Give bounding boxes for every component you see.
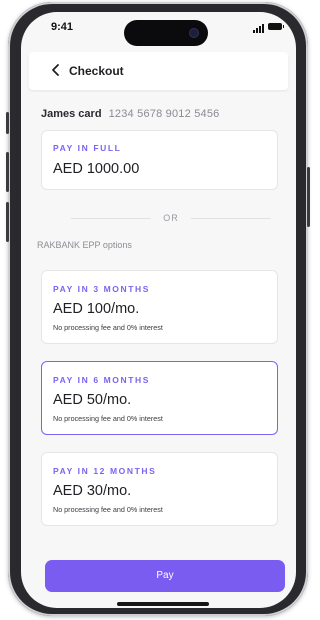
option-amount: AED 50/mo. — [53, 392, 132, 408]
dynamic-island — [124, 20, 208, 46]
home-indicator — [117, 602, 209, 606]
power-button — [307, 167, 310, 227]
divider-line-left — [71, 218, 151, 219]
epp-option-12-months[interactable]: PAY IN 12 MONTHS AED 30/mo. No processin… — [41, 452, 278, 526]
option-amount: AED 1000.00 — [53, 161, 140, 177]
epp-section-title: RAKBANK EPP options — [37, 240, 132, 250]
option-label: PAY IN 6 MONTHS — [53, 375, 151, 385]
screen: 9:41 Checkout James card 1234 5678 9012 … — [21, 12, 296, 608]
option-amount: AED 100/mo. — [53, 301, 140, 317]
checkout-header: Checkout — [29, 52, 288, 90]
card-name: James card — [41, 108, 102, 120]
option-note: No processing fee and 0% interest — [53, 414, 163, 423]
card-number: 1234 5678 9012 5456 — [108, 108, 220, 120]
battery-icon — [268, 23, 284, 30]
status-bar: 9:41 — [21, 12, 296, 48]
option-amount: AED 30/mo. — [53, 483, 132, 499]
or-divider: OR — [71, 212, 271, 224]
option-note: No processing fee and 0% interest — [53, 323, 163, 332]
volume-up-button — [6, 152, 9, 192]
pay-button[interactable]: Pay — [45, 560, 285, 592]
selected-card: James card 1234 5678 9012 5456 — [41, 108, 219, 120]
option-note: No processing fee and 0% interest — [53, 505, 163, 514]
option-label: PAY IN 3 MONTHS — [53, 284, 151, 294]
option-label: PAY IN FULL — [53, 143, 122, 153]
option-label: PAY IN 12 MONTHS — [53, 466, 157, 476]
camera-icon — [189, 28, 199, 38]
divider-text: OR — [163, 213, 179, 223]
page-title: Checkout — [69, 64, 124, 78]
divider-line-right — [191, 218, 271, 219]
chevron-left-icon[interactable] — [49, 62, 63, 78]
volume-down-button — [6, 202, 9, 242]
epp-option-6-months[interactable]: PAY IN 6 MONTHS AED 50/mo. No processing… — [41, 361, 278, 435]
side-button — [6, 112, 9, 134]
epp-option-3-months[interactable]: PAY IN 3 MONTHS AED 100/mo. No processin… — [41, 270, 278, 344]
status-time: 9:41 — [51, 21, 74, 33]
pay-in-full-option[interactable]: PAY IN FULL AED 1000.00 — [41, 130, 278, 190]
signal-icon — [253, 24, 264, 33]
